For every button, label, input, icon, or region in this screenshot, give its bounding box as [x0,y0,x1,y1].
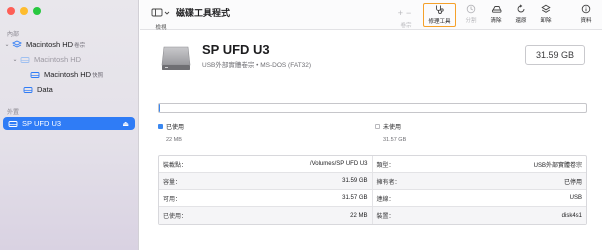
layers-icon [11,40,22,49]
mount-point-value: /Volumes/SP UFD U3 [309,161,368,167]
external-disk-icon [161,46,191,70]
sidebar-toggle-icon [151,8,170,17]
first-aid-label: 修理工具 [428,19,451,25]
available-value: 31.57 GB [342,195,368,201]
unmount-icon [536,3,556,14]
partition-label: 分割 [465,18,477,24]
capacity-key: 容量： [163,179,182,186]
close-window-button[interactable] [7,7,15,15]
disk-icon [22,85,33,94]
sidebar-item-label: Macintosh HD [34,55,82,64]
available-key: 可用： [163,196,182,203]
first-aid-button[interactable]: 修理工具 [423,3,456,27]
disk-subtitle: USB外部實體卷宗 • MS-DOS (FAT32) [202,62,312,69]
restore-label: 還原 [515,18,527,24]
sidebar: 內部 ⌄ Macintosh HD 卷宗 ⌄ Macintosh HD Maci… [0,0,139,250]
unmount-label: 卸除 [540,18,552,24]
capacity-badge: 31.59 GB [525,45,585,65]
device-value: disk4s1 [561,212,582,219]
connection-value: USB [569,195,582,201]
eject-icon[interactable]: ⏏ [122,120,129,128]
chevron-down-icon[interactable]: ⌄ [11,56,19,63]
sidebar-item-label: Macintosh HD [44,70,92,79]
partition-icon [461,3,481,14]
sidebar-item-data[interactable]: Data [22,85,53,94]
zoom-window-button[interactable] [33,7,41,15]
sidebar-item-sp-ufd-u3[interactable]: SP UFD U3 ⏏ [3,117,135,130]
sidebar-item-macintosh-hd-snapshot[interactable]: Macintosh HD 快照 [29,70,103,79]
volume-add-remove: +− 卷宗 [395,3,417,29]
legend-free-label: 未使用 [383,125,402,131]
info-label: 資料 [580,18,592,24]
chevron-down-icon[interactable]: ⌄ [3,41,11,48]
usage-bar [158,103,587,113]
restore-icon [511,3,531,14]
type-value: USB外部實體卷宗 [533,162,582,169]
sidebar-item-macintosh-hd-volume-group[interactable]: ⌄ Macintosh HD 卷宗 [3,40,85,49]
sidebar-section-external: 外置 [7,110,20,116]
plus-icon[interactable]: + [398,8,406,18]
sidebar-item-label: Macintosh HD [26,40,74,49]
disk-icon [7,119,18,128]
disk-icon [29,70,40,79]
sidebar-item-sublabel: 卷宗 [74,42,86,49]
erase-label: 清除 [490,18,502,24]
disk-name: SP UFD U3 [202,42,270,57]
connection-key: 連線： [376,196,395,203]
disk-icon [19,55,30,64]
stethoscope-icon [424,4,455,15]
table-row: 裝載點： /Volumes/SP UFD U3 類型： USB外部實體卷宗 [159,156,586,173]
type-key: 類型： [376,162,395,169]
minimize-window-button[interactable] [20,7,28,15]
erase-icon [486,3,506,14]
legend-free: 未使用 31.57 GB [375,122,406,143]
usage-bar-used-fill [159,104,161,112]
minus-icon[interactable]: − [406,8,414,18]
sidebar-section-internal: 內部 [7,32,20,38]
table-row: 可用： 31.57 GB 連線： USB [159,190,586,207]
partition-button[interactable]: 分割 [461,3,481,27]
used-key: 已使用： [163,214,188,220]
legend-used-value: 22 MB [166,137,182,143]
toolbar: 檢視 磁碟工具程式 +− 卷宗 修理工具 分割 清除 還原 卸除 資料 [140,0,602,31]
volume-label: 卷宗 [400,23,412,29]
mount-point-key: 裝載點： [163,162,188,169]
info-table: 裝載點： /Volumes/SP UFD U3 類型： USB外部實體卷宗 容量： 3… [158,155,587,225]
info-button[interactable]: 資料 [576,3,596,27]
capacity-value: 31.59 GB [342,178,368,184]
table-row: 容量： 31.59 GB 擁有者： 已停用 [159,173,586,190]
view-label: 檢視 [155,25,167,31]
used-swatch-icon [158,124,163,129]
info-icon [576,3,596,14]
disk-utility-window: 內部 ⌄ Macintosh HD 卷宗 ⌄ Macintosh HD Maci… [0,0,602,250]
used-value: 22 MB [350,212,368,219]
owner-key: 擁有者： [376,179,401,186]
legend-free-value: 31.57 GB [383,137,407,143]
owner-value: 已停用 [563,179,582,186]
window-controls [7,7,41,15]
sidebar-item-macintosh-hd[interactable]: ⌄ Macintosh HD [11,55,81,64]
legend-used: 已使用 22 MB [158,122,184,143]
app-title: 磁碟工具程式 [176,8,231,18]
sidebar-item-label: Data [37,85,53,94]
erase-button[interactable]: 清除 [486,3,506,27]
free-swatch-icon [375,124,380,129]
table-row: 已使用： 22 MB 裝置： disk4s1 [159,207,586,224]
restore-button[interactable]: 還原 [511,3,531,27]
main-content: SP UFD U3 USB外部實體卷宗 • MS-DOS (FAT32) 31.… [140,31,602,250]
device-key: 裝置： [376,214,395,220]
unmount-button[interactable]: 卸除 [536,3,556,27]
sidebar-item-sublabel: 快照 [92,72,104,79]
view-menu-button[interactable]: 檢視 [150,4,172,31]
legend-used-label: 已使用 [166,125,185,131]
sidebar-item-label: SP UFD U3 [22,119,62,128]
